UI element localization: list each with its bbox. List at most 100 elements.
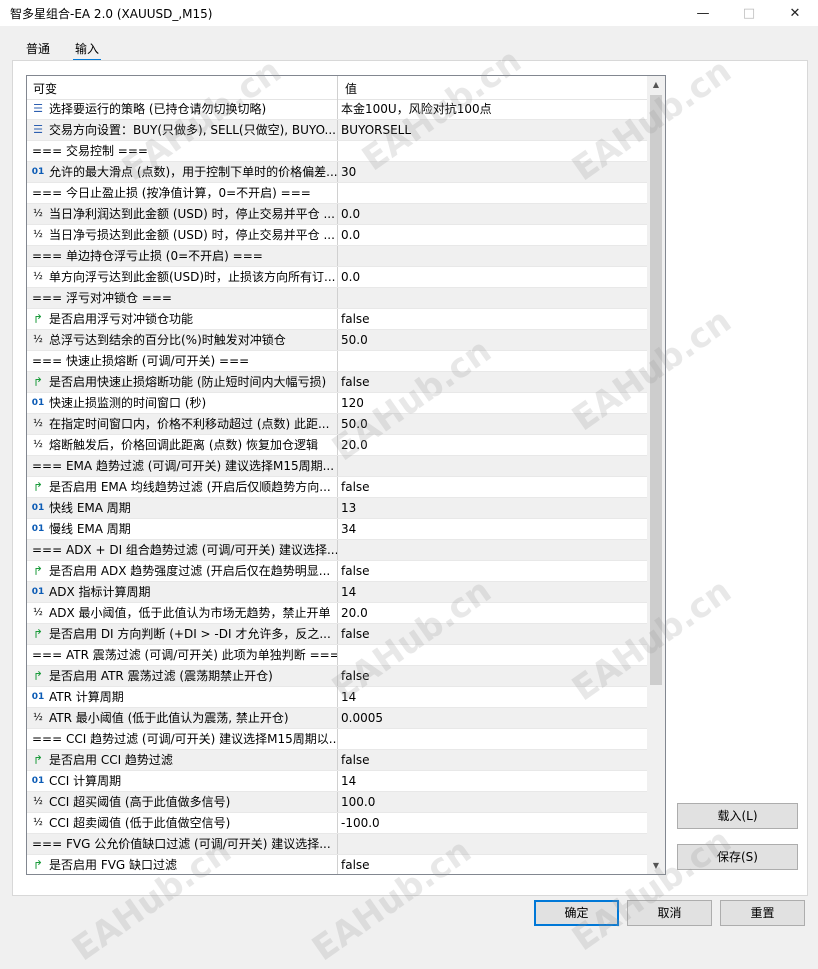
value-cell[interactable]: false: [341, 855, 641, 874]
variable-label: ADX 指标计算周期: [49, 585, 151, 599]
table-row[interactable]: ↱ 是否启用 ADX 趋势强度过滤 (开启后仅在趋势明显... false: [27, 561, 648, 582]
bool-icon: ↱: [32, 858, 44, 872]
value-cell[interactable]: 0.0: [341, 267, 641, 287]
table-row[interactable]: ↱ 是否启用 EMA 均线趋势过滤 (开启后仅顺趋势方向... false: [27, 477, 648, 498]
table-row[interactable]: ↱ 是否启用 FVG 缺口过滤 false: [27, 855, 648, 874]
value-cell[interactable]: false: [341, 477, 641, 497]
value-cell[interactable]: false: [341, 750, 641, 770]
close-button[interactable]: ✕: [772, 0, 818, 26]
vertical-scrollbar[interactable]: ▲ ▼: [647, 76, 665, 874]
value-cell[interactable]: 100.0: [341, 792, 641, 812]
variable-label: 在指定时间窗口内，价格不利移动超过 (点数) 此距...: [49, 417, 330, 431]
variable-label: === 今日止盈止损 (按净值计算，0=不开启) ===: [32, 186, 311, 200]
variable-cell: ½ CCI 超卖阈值 (低于此值做空信号): [27, 813, 338, 833]
value-cell[interactable]: false: [341, 372, 641, 392]
variable-cell: 01 ADX 指标计算周期: [27, 582, 338, 602]
scroll-up-icon[interactable]: ▲: [647, 76, 665, 93]
table-row[interactable]: ½ 当日净亏损达到此金额 (USD) 时，停止交易并平仓 ... 0.0: [27, 225, 648, 246]
variable-label: 是否启用 DI 方向判断 (+DI > -DI 才允许多，反之...: [49, 627, 331, 641]
section-row: === CCI 趋势过滤 (可调/可开关) 建议选择M15周期以...: [27, 729, 648, 750]
table-row[interactable]: ↱ 是否启用 ATR 震荡过滤 (震荡期禁止开仓) false: [27, 666, 648, 687]
variable-label: 是否启用 CCI 趋势过滤: [49, 753, 173, 767]
variable-label: 是否启用 FVG 缺口过滤: [49, 858, 178, 872]
value-cell[interactable]: 20.0: [341, 435, 641, 455]
value-cell[interactable]: 0.0: [341, 225, 641, 245]
table-row[interactable]: 01 ATR 计算周期 14: [27, 687, 648, 708]
column-header-value[interactable]: 值: [345, 80, 357, 97]
value-cell[interactable]: 20.0: [341, 603, 641, 623]
table-row[interactable]: ½ 总浮亏达到结余的百分比(%)时触发对冲锁仓 50.0: [27, 330, 648, 351]
value-cell[interactable]: false: [341, 561, 641, 581]
tab-inputs[interactable]: 输入: [72, 40, 102, 61]
value-cell[interactable]: 30: [341, 162, 641, 182]
value-cell[interactable]: 14: [341, 771, 641, 791]
table-row[interactable]: 01 CCI 计算周期 14: [27, 771, 648, 792]
table-row[interactable]: 01 允许的最大滑点 (点数)，用于控制下单时的价格偏差... 30: [27, 162, 648, 183]
tab-general[interactable]: 普通: [26, 40, 50, 57]
table-row[interactable]: 01 快速止损监测的时间窗口 (秒) 120: [27, 393, 648, 414]
value-cell[interactable]: BUYORSELL: [341, 120, 641, 140]
value-cell[interactable]: 14: [341, 687, 641, 707]
column-header-variable[interactable]: 可变: [33, 80, 57, 97]
table-row[interactable]: ½ CCI 超卖阈值 (低于此值做空信号) -100.0: [27, 813, 648, 834]
section-row: === FVG 公允价值缺口过滤 (可调/可开关) 建议选择...: [27, 834, 648, 855]
table-row[interactable]: 01 快线 EMA 周期 13: [27, 498, 648, 519]
variable-cell: ½ 总浮亏达到结余的百分比(%)时触发对冲锁仓: [27, 330, 338, 350]
value-cell[interactable]: false: [341, 624, 641, 644]
load-button[interactable]: 载入(L): [677, 803, 798, 829]
title-bar: 智多星组合-EA 2.0 (XAUUSD_,M15) — □ ✕: [0, 0, 818, 26]
table-row[interactable]: ☰ 交易方向设置：BUY(只做多), SELL(只做空), BUYO... BUYO…: [27, 120, 648, 141]
table-row[interactable]: ½ 在指定时间窗口内，价格不利移动超过 (点数) 此距... 50.0: [27, 414, 648, 435]
value-cell[interactable]: 本金100U，风险对抗100点: [341, 99, 641, 119]
variable-label: === 单边持仓浮亏止损 (0=不开启) ===: [32, 249, 263, 263]
window-title: 智多星组合-EA 2.0 (XAUUSD_,M15): [10, 7, 213, 21]
section-row: === 单边持仓浮亏止损 (0=不开启) ===: [27, 246, 648, 267]
variable-label: === FVG 公允价值缺口过滤 (可调/可开关) 建议选择...: [32, 837, 331, 851]
variable-cell: === 快速止损熔断 (可调/可开关) ===: [27, 351, 338, 371]
inputs-grid[interactable]: 可变 值 ☰ 选择要运行的策略 (已持仓请勿切换切略) 本金100U，风险对抗100…: [26, 75, 666, 875]
bool-icon: ↱: [32, 753, 44, 767]
variable-label: 允许的最大滑点 (点数)，用于控制下单时的价格偏差...: [49, 165, 338, 179]
table-row[interactable]: ↱ 是否启用快速止损熔断功能 (防止短时间内大幅亏损) false: [27, 372, 648, 393]
table-row[interactable]: 01 ADX 指标计算周期 14: [27, 582, 648, 603]
integer-icon: 01: [31, 503, 45, 513]
table-row[interactable]: ½ 当日净利润达到此金额 (USD) 时，停止交易并平仓 ... 0.0: [27, 204, 648, 225]
table-row[interactable]: ½ 单方向浮亏达到此金额(USD)时，止损该方向所有订... 0.0: [27, 267, 648, 288]
scroll-down-icon[interactable]: ▼: [647, 857, 665, 874]
value-cell[interactable]: false: [341, 666, 641, 686]
table-row[interactable]: ↱ 是否启用 DI 方向判断 (+DI > -DI 才允许多，反之... false: [27, 624, 648, 645]
value-cell[interactable]: 0.0: [341, 204, 641, 224]
value-cell: [341, 645, 641, 665]
table-row[interactable]: ½ 熔断触发后，价格回调此距离 (点数) 恢复加仓逻辑 20.0: [27, 435, 648, 456]
variable-cell: ☰ 交易方向设置：BUY(只做多), SELL(只做空), BUYO...: [27, 120, 338, 140]
value-cell[interactable]: -100.0: [341, 813, 641, 833]
minimize-button[interactable]: —: [680, 0, 726, 26]
table-row[interactable]: 01 慢线 EMA 周期 34: [27, 519, 648, 540]
value-cell[interactable]: 0.0005: [341, 708, 641, 728]
save-button[interactable]: 保存(S): [677, 844, 798, 870]
table-row[interactable]: ½ CCI 超买阈值 (高于此值做多信号) 100.0: [27, 792, 648, 813]
table-row[interactable]: ↱ 是否启用浮亏对冲锁仓功能 false: [27, 309, 648, 330]
value-cell: [341, 288, 641, 308]
table-row[interactable]: ↱ 是否启用 CCI 趋势过滤 false: [27, 750, 648, 771]
minimize-icon: —: [696, 5, 710, 21]
cancel-button[interactable]: 取消: [627, 900, 712, 926]
value-cell[interactable]: 50.0: [341, 414, 641, 434]
table-row[interactable]: ☰ 选择要运行的策略 (已持仓请勿切换切略) 本金100U，风险对抗100点: [27, 99, 648, 120]
variable-label: ATR 最小阈值 (低于此值认为震荡, 禁止开仓): [49, 711, 289, 725]
section-row: === EMA 趋势过滤 (可调/可开关) 建议选择M15周期...: [27, 456, 648, 477]
scroll-thumb[interactable]: [650, 95, 662, 685]
table-row[interactable]: ½ ATR 最小阈值 (低于此值认为震荡, 禁止开仓) 0.0005: [27, 708, 648, 729]
reset-button[interactable]: 重置: [720, 900, 805, 926]
value-cell[interactable]: false: [341, 309, 641, 329]
value-cell[interactable]: 13: [341, 498, 641, 518]
value-cell[interactable]: 34: [341, 519, 641, 539]
table-row[interactable]: ½ ADX 最小阈值，低于此值认为市场无趋势，禁止开单 20.0: [27, 603, 648, 624]
variable-cell: 01 ATR 计算周期: [27, 687, 338, 707]
grid-header: 可变 值: [27, 76, 648, 100]
value-cell[interactable]: 14: [341, 582, 641, 602]
ok-button[interactable]: 确定: [534, 900, 619, 926]
variable-cell: === ATR 震荡过滤 (可调/可开关) 此项为单独判断 ===: [27, 645, 338, 665]
value-cell[interactable]: 120: [341, 393, 641, 413]
value-cell[interactable]: 50.0: [341, 330, 641, 350]
